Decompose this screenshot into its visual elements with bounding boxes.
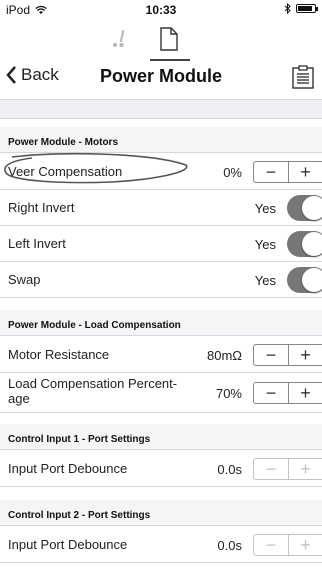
input-2-debounce-stepper: − + [253, 534, 322, 556]
bluetooth-icon [284, 3, 291, 14]
status-right [284, 3, 318, 14]
section-header-control-input-2: Control Input 2 - Port Settings [0, 500, 322, 526]
veer-compensation-label: Veer Compensation [8, 164, 123, 179]
right-invert-toggle[interactable] [287, 195, 322, 221]
load-compensation-percentage-stepper: − + [253, 382, 322, 404]
veer-compensation-stepper: − + [253, 161, 322, 183]
decrement-button[interactable]: − [254, 535, 288, 555]
tab-active-indicator [150, 59, 190, 61]
increment-button[interactable]: + [288, 162, 322, 182]
left-invert-value: Yes [254, 237, 276, 252]
group-spacer [0, 99, 322, 119]
row-motor-resistance: Motor Resistance 80mΩ − + [0, 337, 322, 373]
clipboard-icon[interactable] [292, 65, 314, 89]
row-input-2-debounce: Input Port Debounce 0.0s − + [0, 527, 322, 563]
row-veer-compensation: Veer Compensation 0% − + [0, 154, 322, 190]
toggle-knob [302, 268, 322, 292]
load-compensation-percentage-label: Load Compensation Percent-age [8, 376, 178, 406]
status-time: 10:33 [145, 3, 177, 17]
input-2-debounce-label: Input Port Debounce [8, 537, 128, 552]
toggle-knob [302, 196, 322, 220]
decrement-button[interactable]: − [254, 383, 288, 403]
input-2-debounce-value: 0.0s [217, 538, 242, 553]
row-input-1-debounce: Input Port Debounce 0.0s − + [0, 451, 322, 487]
row-load-compensation-percentage: Load Compensation Percent-age 70% − + [0, 373, 322, 413]
nav-bar: Back Power Module [0, 62, 322, 92]
increment-button[interactable]: + [288, 535, 322, 555]
right-invert-label: Right Invert [8, 200, 75, 215]
section-header-control-input-1: Control Input 1 - Port Settings [0, 424, 322, 450]
swap-value: Yes [254, 273, 276, 288]
left-invert-toggle[interactable] [287, 231, 322, 257]
top-tabs [0, 22, 322, 62]
increment-button[interactable]: + [288, 345, 322, 365]
battery-icon [296, 4, 318, 13]
page-title: Power Module [99, 66, 222, 86]
input-1-debounce-stepper: − + [253, 458, 322, 480]
decrement-button[interactable]: − [254, 459, 288, 479]
row-left-invert: Left Invert Yes [0, 226, 322, 262]
section-header-motors: Power Module - Motors [0, 127, 322, 153]
load-compensation-percentage-value: 70% [215, 386, 242, 401]
right-invert-value: Yes [254, 201, 276, 216]
input-1-debounce-value: 0.0s [217, 462, 242, 477]
wheelchair-icon[interactable] [112, 30, 126, 50]
motor-resistance-stepper: − + [253, 344, 322, 366]
swap-toggle[interactable] [287, 267, 322, 293]
increment-button[interactable]: + [288, 459, 322, 479]
battery-fill [298, 6, 312, 11]
left-invert-label: Left Invert [8, 236, 66, 251]
row-swap: Swap Yes [0, 262, 322, 298]
decrement-button[interactable]: − [254, 345, 288, 365]
battery-cap [316, 7, 318, 11]
motor-resistance-label: Motor Resistance [8, 347, 110, 362]
veer-compensation-value: 0% [223, 165, 242, 180]
row-right-invert: Right Invert Yes [0, 190, 322, 226]
section-header-load-compensation: Power Module - Load Compensation [0, 310, 322, 336]
increment-button[interactable]: + [288, 383, 322, 403]
document-icon[interactable] [160, 27, 178, 51]
decrement-button[interactable]: − [254, 162, 288, 182]
swap-label: Swap [8, 272, 41, 287]
input-1-debounce-label: Input Port Debounce [8, 461, 128, 476]
status-bar: iPod 10:33 [0, 0, 322, 20]
toggle-knob [302, 232, 322, 256]
motor-resistance-value: 80mΩ [206, 348, 242, 363]
